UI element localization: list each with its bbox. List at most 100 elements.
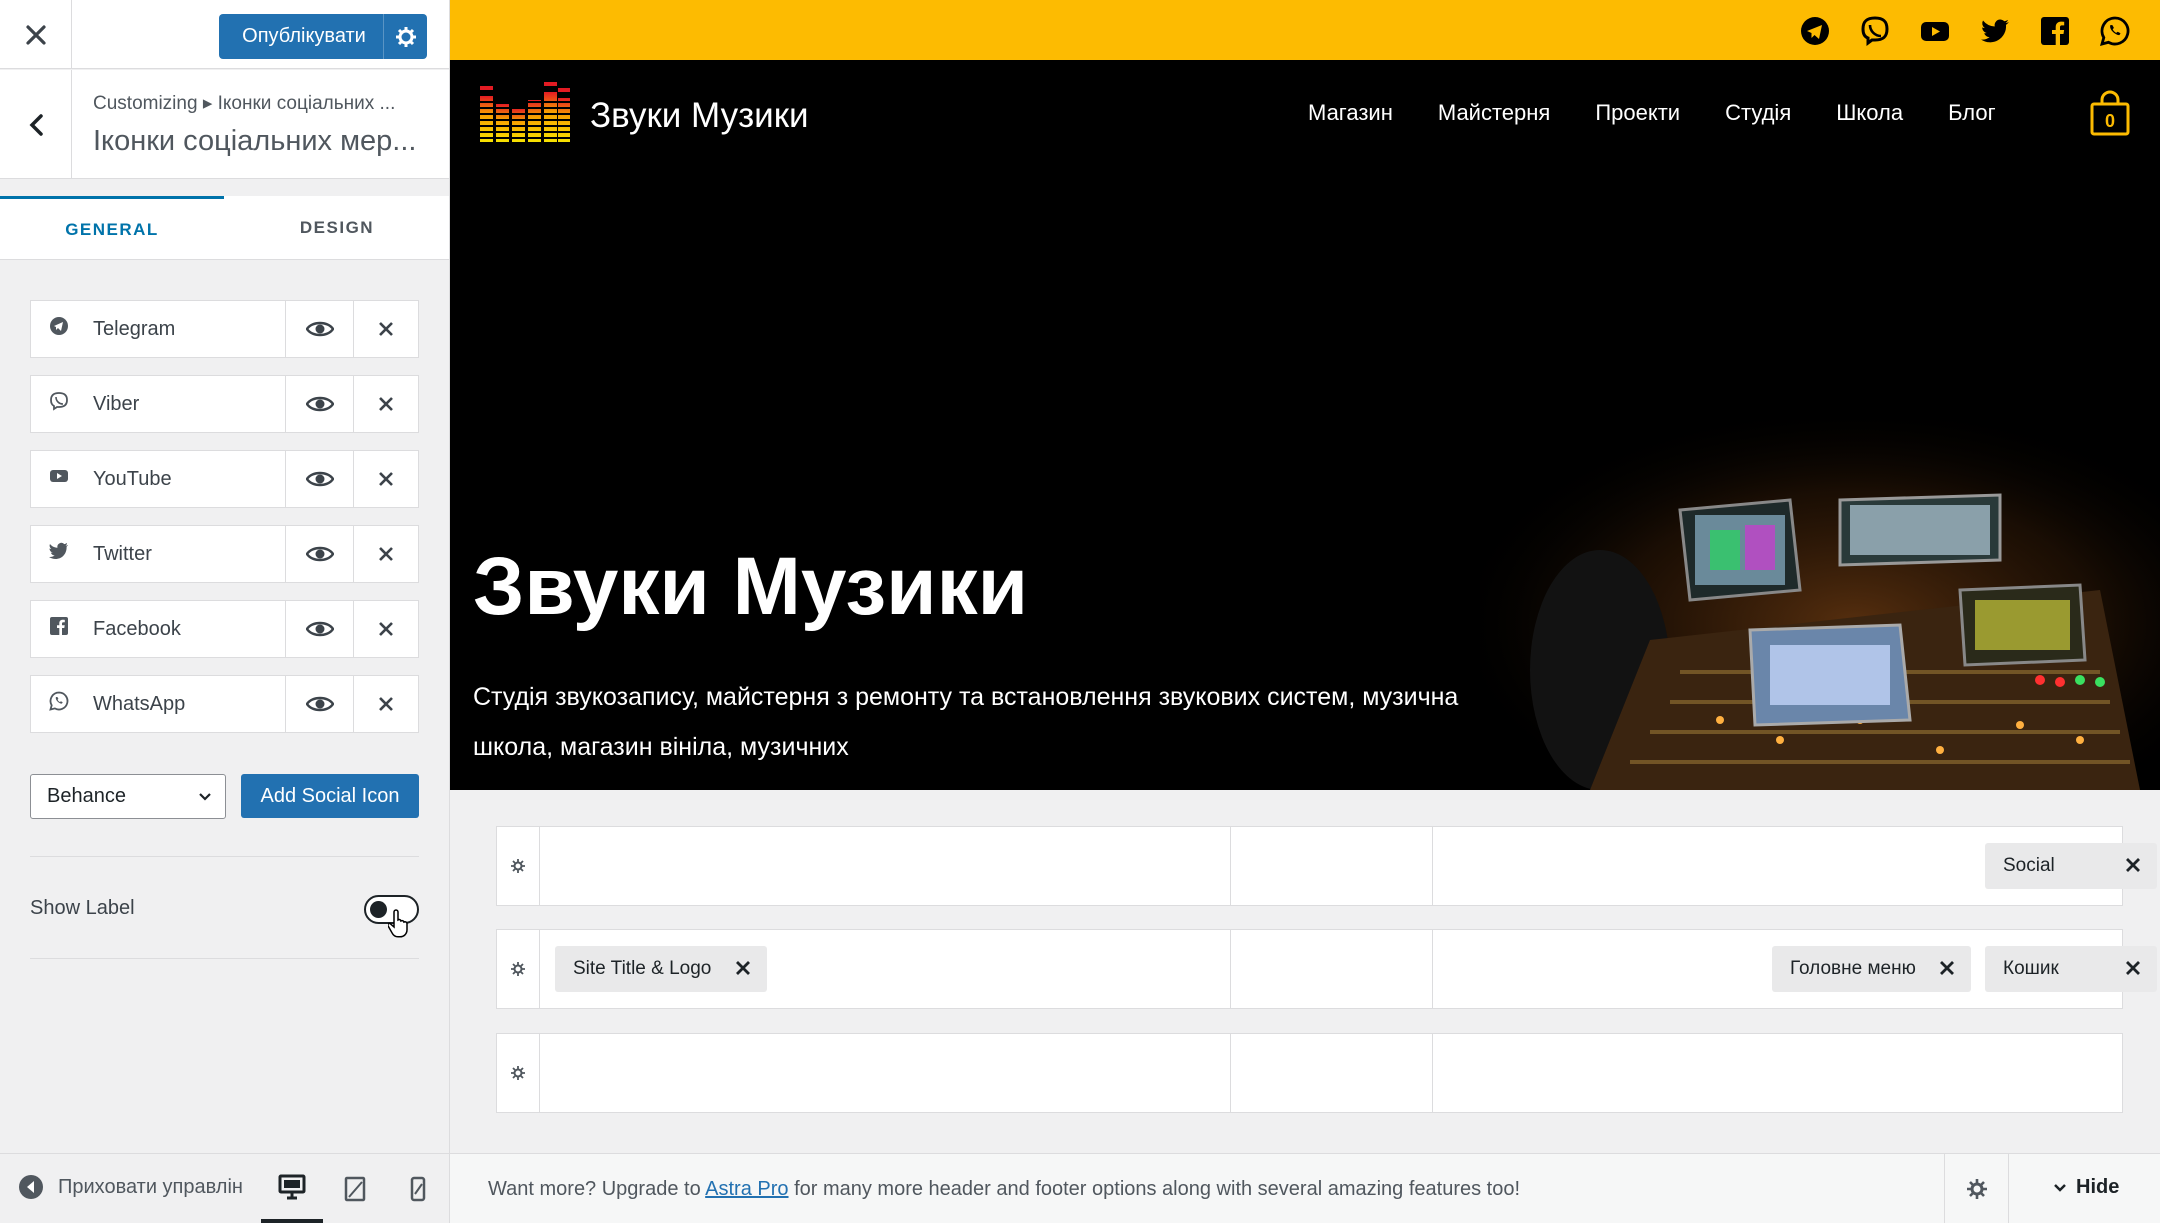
column-divider bbox=[1432, 827, 1433, 905]
back-button[interactable] bbox=[0, 70, 72, 179]
nav-item-workshop[interactable]: Майстерня bbox=[1438, 100, 1550, 126]
gear-icon bbox=[395, 26, 416, 47]
remove-button[interactable] bbox=[353, 601, 418, 657]
visibility-toggle[interactable] bbox=[285, 676, 353, 732]
social-item-twitter[interactable]: Twitter bbox=[30, 525, 419, 583]
eye-icon bbox=[305, 546, 334, 562]
gear-icon bbox=[511, 962, 525, 976]
remove-button[interactable] bbox=[353, 676, 418, 732]
gear-icon bbox=[511, 1066, 525, 1080]
row-settings-button[interactable] bbox=[497, 827, 540, 905]
close-customizer-button[interactable] bbox=[0, 0, 72, 69]
twitter-icon[interactable] bbox=[1980, 16, 2010, 46]
publish-button[interactable]: Опублікувати bbox=[219, 14, 427, 59]
divider bbox=[30, 856, 419, 857]
telegram-icon[interactable] bbox=[1800, 16, 1830, 46]
desktop-preview-button[interactable] bbox=[261, 1154, 323, 1223]
close-icon[interactable] bbox=[733, 958, 753, 978]
close-icon[interactable] bbox=[2123, 958, 2143, 978]
nav-item-school[interactable]: Школа bbox=[1836, 100, 1903, 126]
cart-count: 0 bbox=[2105, 111, 2115, 131]
chevron-left-icon bbox=[29, 113, 43, 136]
eye-icon bbox=[305, 621, 334, 637]
facebook-icon[interactable] bbox=[2040, 16, 2070, 46]
customizer-toolbar: Опублікувати bbox=[0, 0, 449, 69]
column-divider bbox=[1230, 930, 1231, 1008]
tab-design[interactable]: DESIGN bbox=[225, 196, 449, 260]
eye-icon bbox=[305, 696, 334, 712]
cart-button[interactable]: 0 bbox=[2090, 90, 2130, 141]
facebook-icon bbox=[50, 617, 68, 635]
visibility-toggle[interactable] bbox=[285, 301, 353, 357]
header-builder-row-above[interactable]: Social bbox=[496, 826, 2157, 906]
visibility-toggle[interactable] bbox=[285, 526, 353, 582]
youtube-icon[interactable] bbox=[1920, 16, 1950, 46]
publish-settings-button[interactable] bbox=[383, 14, 427, 59]
builder-chip-cart[interactable]: Кошик bbox=[1985, 946, 2157, 992]
customizer-footer: Приховати управлін bbox=[0, 1153, 449, 1223]
visibility-toggle[interactable] bbox=[285, 451, 353, 507]
column-divider bbox=[1432, 930, 1433, 1008]
social-item-label: Viber bbox=[93, 393, 140, 415]
breadcrumb: Customizing ▸ Іконки соціальних ... bbox=[93, 93, 396, 114]
hide-builder-button[interactable]: Hide bbox=[2052, 1176, 2119, 1199]
visibility-toggle[interactable] bbox=[285, 376, 353, 432]
toggle-knob bbox=[370, 901, 387, 918]
close-icon[interactable] bbox=[1937, 958, 1957, 978]
builder-chip-social[interactable]: Social bbox=[1985, 843, 2157, 889]
close-icon[interactable] bbox=[2123, 855, 2143, 875]
social-network-select[interactable]: Behance bbox=[30, 774, 226, 819]
eye-icon bbox=[305, 396, 334, 412]
remove-button[interactable] bbox=[353, 301, 418, 357]
social-item-facebook[interactable]: Facebook bbox=[30, 600, 419, 658]
mobile-icon bbox=[410, 1176, 426, 1202]
social-item-label: Twitter bbox=[93, 543, 152, 565]
social-item-whatsapp[interactable]: WhatsApp bbox=[30, 675, 419, 733]
builder-chip-site-title-logo[interactable]: Site Title & Logo bbox=[555, 946, 767, 992]
social-item-viber[interactable]: Viber bbox=[30, 375, 419, 433]
chevron-down-icon bbox=[199, 793, 211, 801]
gear-icon bbox=[511, 859, 525, 873]
nav-item-studio[interactable]: Студія bbox=[1725, 100, 1791, 126]
mobile-preview-button[interactable] bbox=[387, 1154, 449, 1223]
remove-button[interactable] bbox=[353, 526, 418, 582]
mixing-console-photo bbox=[1480, 420, 2160, 790]
nav-item-shop[interactable]: Магазин bbox=[1308, 100, 1393, 126]
site-title[interactable]: Звуки Музики bbox=[590, 96, 809, 136]
upgrade-suffix: for many more header and footer options … bbox=[788, 1178, 1521, 1200]
viber-icon[interactable] bbox=[1860, 16, 1890, 46]
social-item-label: Facebook bbox=[93, 618, 181, 640]
chip-label: Кошик bbox=[2003, 958, 2059, 979]
row-settings-button[interactable] bbox=[497, 930, 540, 1008]
close-icon bbox=[379, 547, 393, 561]
site-preview: Звуки Музики Магазин Майстерня Проекти С… bbox=[450, 0, 2160, 1223]
header-builder-row-below[interactable] bbox=[496, 1033, 2123, 1113]
collapse-icon bbox=[19, 1175, 43, 1199]
visibility-toggle[interactable] bbox=[285, 601, 353, 657]
header-builder-footer: Want more? Upgrade to Astra Pro for many… bbox=[450, 1153, 2160, 1223]
whatsapp-icon[interactable] bbox=[2100, 16, 2130, 46]
social-item-youtube[interactable]: YouTube bbox=[30, 450, 419, 508]
chevron-down-icon bbox=[2054, 1183, 2066, 1192]
hand-cursor-icon bbox=[388, 909, 408, 938]
remove-button[interactable] bbox=[353, 376, 418, 432]
tab-general[interactable]: GENERAL bbox=[0, 196, 224, 260]
astra-pro-link[interactable]: Astra Pro bbox=[705, 1178, 788, 1200]
close-icon bbox=[379, 622, 393, 636]
social-items-list: Telegram Viber YouTube Twitter Facebook bbox=[30, 300, 419, 750]
builder-chip-main-menu[interactable]: Головне меню bbox=[1772, 946, 1971, 992]
builder-settings-button[interactable] bbox=[1944, 1154, 2009, 1223]
tablet-preview-button[interactable] bbox=[324, 1154, 386, 1223]
row-settings-button[interactable] bbox=[497, 1034, 540, 1112]
header-builder-row-primary[interactable]: Site Title & Logo Головне меню Кошик bbox=[496, 929, 2157, 1009]
hide-controls-button[interactable]: Приховати управлін bbox=[18, 1174, 258, 1200]
whatsapp-icon bbox=[49, 691, 69, 711]
nav-item-blog[interactable]: Блог bbox=[1948, 100, 1996, 126]
remove-button[interactable] bbox=[353, 451, 418, 507]
main-navigation: Магазин Майстерня Проекти Студія Школа Б… bbox=[1308, 100, 2041, 126]
social-item-telegram[interactable]: Telegram bbox=[30, 300, 419, 358]
chip-label: Social bbox=[2003, 855, 2055, 876]
nav-item-projects[interactable]: Проекти bbox=[1595, 100, 1680, 126]
add-social-icon-button[interactable]: Add Social Icon bbox=[241, 774, 419, 818]
site-logo[interactable] bbox=[480, 82, 570, 142]
